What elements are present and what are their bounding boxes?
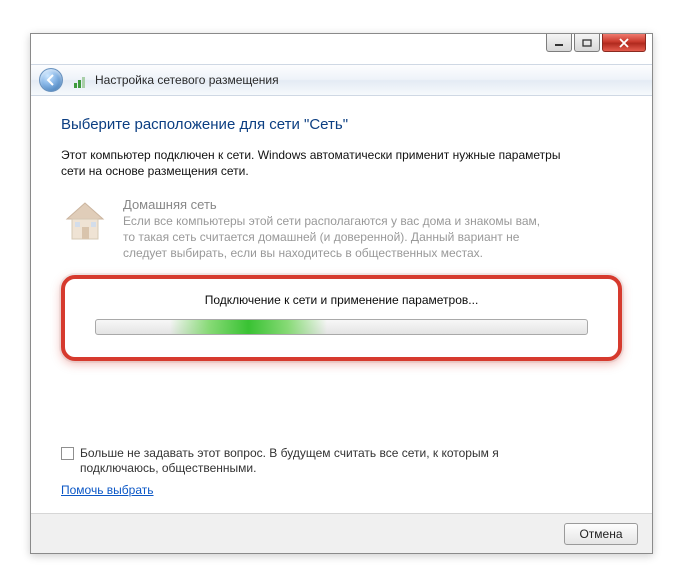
help-link[interactable]: Помочь выбрать [61, 483, 154, 497]
progress-panel: Подключение к сети и применение параметр… [61, 275, 622, 361]
dont-ask-label: Больше не задавать этот вопрос. В будуще… [80, 446, 520, 477]
dialog-window: Настройка сетевого размещения Выберите р… [30, 33, 653, 554]
progress-bar-fill [170, 320, 327, 334]
close-button[interactable] [602, 34, 646, 52]
dialog-title: Настройка сетевого размещения [95, 73, 279, 87]
page-heading: Выберите расположение для сети "Сеть" [61, 116, 622, 133]
network-icon [71, 72, 87, 88]
bottom-options: Больше не задавать этот вопрос. В будуще… [61, 446, 622, 497]
back-button[interactable] [39, 68, 63, 92]
progress-label: Подключение к сети и применение параметр… [95, 293, 588, 307]
maximize-button[interactable] [574, 34, 600, 52]
dialog-header: Настройка сетевого размещения [31, 64, 652, 96]
home-network-desc: Если все компьютеры этой сети располагаю… [123, 214, 553, 261]
dialog-footer: Отмена [31, 513, 652, 553]
home-network-text: Домашняя сеть Если все компьютеры этой с… [123, 197, 553, 261]
cancel-button[interactable]: Отмена [564, 523, 638, 545]
checkbox-icon[interactable] [61, 447, 74, 460]
dont-ask-checkbox-row[interactable]: Больше не задавать этот вопрос. В будуще… [61, 446, 622, 477]
progress-bar-track [95, 319, 588, 335]
page-description: Этот компьютер подключен к сети. Windows… [61, 147, 581, 179]
minimize-button[interactable] [546, 34, 572, 52]
home-network-title: Домашняя сеть [123, 197, 553, 212]
home-network-option: Домашняя сеть Если все компьютеры этой с… [61, 197, 622, 261]
window-controls [546, 34, 646, 52]
house-icon [61, 197, 109, 245]
